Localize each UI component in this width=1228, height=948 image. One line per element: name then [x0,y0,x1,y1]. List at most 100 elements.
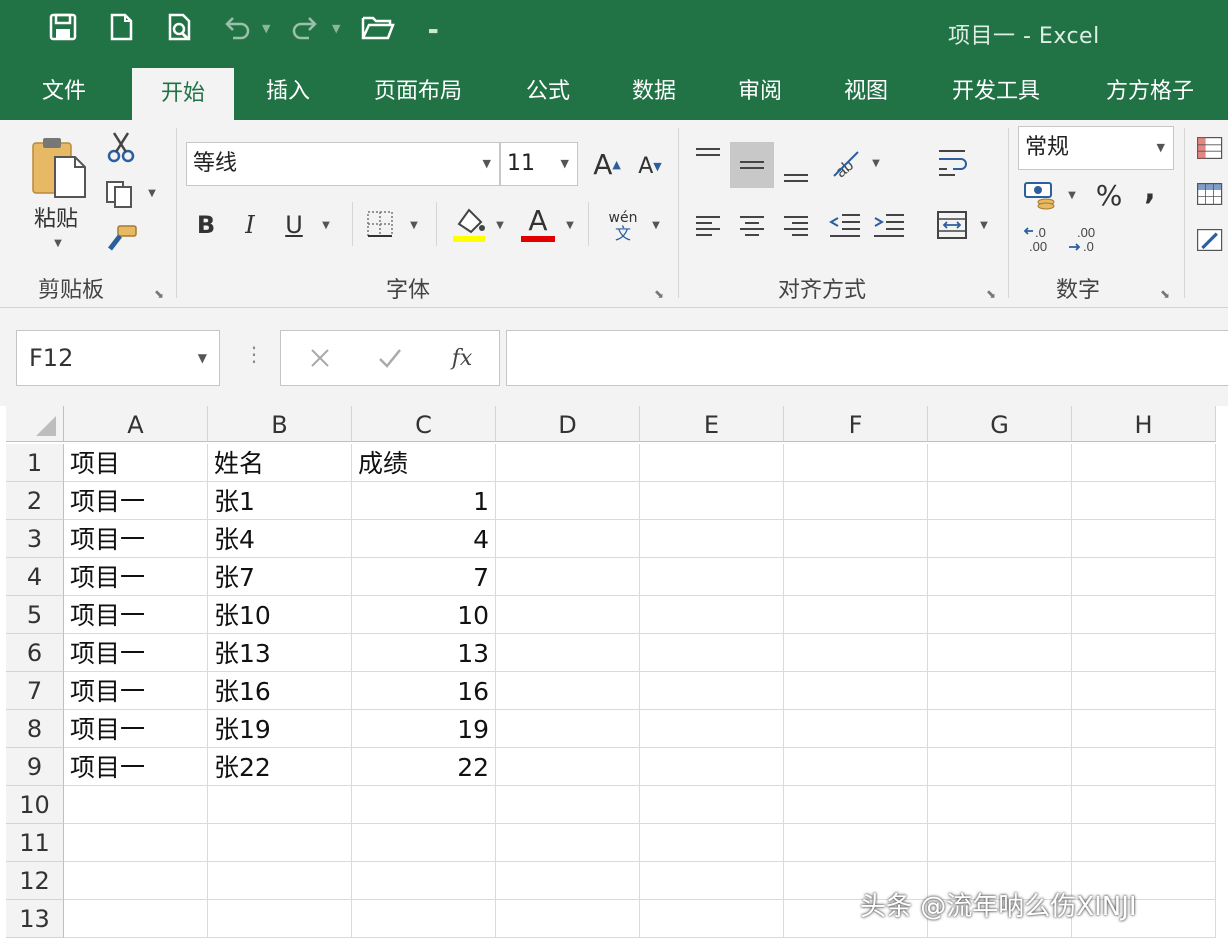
cell-h11[interactable] [1072,824,1216,862]
cell-h3[interactable] [1072,520,1216,558]
cell-b2[interactable]: 张1 [208,482,352,520]
cell-d1[interactable] [496,444,640,482]
row-header[interactable]: 7 [6,672,64,710]
cell-e13[interactable] [640,900,784,938]
cell-e10[interactable] [640,786,784,824]
accounting-dropdown-icon[interactable]: ▼ [1064,188,1080,202]
cell-f10[interactable] [784,786,928,824]
row-header[interactable]: 13 [6,900,64,938]
conditional-formatting-icon[interactable] [1196,130,1228,166]
cell-c11[interactable] [352,824,496,862]
cell-h4[interactable] [1072,558,1216,596]
cell-c12[interactable] [352,862,496,900]
cell-c4[interactable]: 7 [352,558,496,596]
column-header-a[interactable]: A [64,406,208,442]
cell-c9[interactable]: 22 [352,748,496,786]
align-middle-icon[interactable] [730,142,774,188]
cell-f3[interactable] [784,520,928,558]
column-header-b[interactable]: B [208,406,352,442]
row-header[interactable]: 8 [6,710,64,748]
merge-center-icon[interactable] [932,206,972,244]
cell-g3[interactable] [928,520,1072,558]
tab-insert[interactable]: 插入 [246,66,330,120]
cell-e3[interactable] [640,520,784,558]
cell-h10[interactable] [1072,786,1216,824]
cell-a7[interactable]: 项目一 [64,672,208,710]
cell-a10[interactable] [64,786,208,824]
align-left-icon[interactable] [690,208,726,242]
cell-d10[interactable] [496,786,640,824]
cell-a8[interactable]: 项目一 [64,710,208,748]
paste-button-label[interactable]: 粘贴 [22,202,90,232]
cell-g2[interactable] [928,482,1072,520]
comma-style-button[interactable]: , [1138,172,1162,207]
orientation-dropdown-icon[interactable]: ▼ [868,156,884,170]
cell-e12[interactable] [640,862,784,900]
cell-e11[interactable] [640,824,784,862]
cell-b12[interactable] [208,862,352,900]
increase-decimal-icon[interactable]: .0.00 [1022,222,1058,256]
cell-e2[interactable] [640,482,784,520]
column-header-e[interactable]: E [640,406,784,442]
cell-d7[interactable] [496,672,640,710]
cell-g10[interactable] [928,786,1072,824]
open-folder-icon[interactable] [358,10,398,44]
cell-d11[interactable] [496,824,640,862]
cell-c13[interactable] [352,900,496,938]
tab-review[interactable]: 审阅 [718,66,802,120]
font-color-icon[interactable]: A [518,204,558,244]
redo-dropdown-icon[interactable]: ▼ [332,22,340,35]
borders-icon[interactable] [364,208,396,240]
paste-dropdown-icon[interactable]: ▼ [48,236,68,250]
cancel-icon[interactable] [303,341,337,375]
customize-quick-access-icon[interactable]: ▬ [428,24,438,37]
row-header[interactable]: 5 [6,596,64,634]
tab-fangfang[interactable]: 方方格子 [1090,66,1210,120]
tab-home[interactable]: 开始 [132,68,234,120]
borders-dropdown-icon[interactable]: ▼ [406,218,422,232]
bold-button[interactable]: B [192,208,220,242]
orientation-icon[interactable]: ab [826,144,864,182]
font-color-dropdown-icon[interactable]: ▼ [562,218,578,232]
cell-h1[interactable] [1072,444,1216,482]
enter-icon[interactable] [373,341,407,375]
font-name-combo[interactable]: 等线 ▼ [186,142,500,186]
align-right-icon[interactable] [778,208,814,242]
cell-d12[interactable] [496,862,640,900]
cell-g9[interactable] [928,748,1072,786]
cell-h5[interactable] [1072,596,1216,634]
cell-b4[interactable]: 张7 [208,558,352,596]
format-as-table-icon[interactable] [1196,176,1228,212]
print-preview-icon[interactable] [162,10,196,44]
formula-bar-grip-icon[interactable]: ⋮ [244,344,264,364]
phonetic-guide-icon[interactable]: wén 文 [600,206,646,246]
row-header[interactable]: 11 [6,824,64,862]
select-all-button[interactable] [6,406,64,442]
cell-g7[interactable] [928,672,1072,710]
cell-a6[interactable]: 项目一 [64,634,208,672]
cell-h7[interactable] [1072,672,1216,710]
cell-b1[interactable]: 姓名 [208,444,352,482]
cell-a11[interactable] [64,824,208,862]
cell-a5[interactable]: 项目一 [64,596,208,634]
undo-icon[interactable] [220,10,254,44]
align-center-icon[interactable] [734,208,770,242]
save-icon[interactable] [46,10,80,44]
row-header[interactable]: 2 [6,482,64,520]
underline-button[interactable]: U [280,208,308,242]
decrease-indent-icon[interactable] [826,208,864,242]
cell-h2[interactable] [1072,482,1216,520]
cell-f7[interactable] [784,672,928,710]
cell-e7[interactable] [640,672,784,710]
copy-icon[interactable] [102,178,138,210]
column-header-d[interactable]: D [496,406,640,442]
cell-d9[interactable] [496,748,640,786]
cell-f6[interactable] [784,634,928,672]
cell-a9[interactable]: 项目一 [64,748,208,786]
percent-style-button[interactable]: % [1092,178,1126,212]
cell-e4[interactable] [640,558,784,596]
cell-c6[interactable]: 13 [352,634,496,672]
cell-b13[interactable] [208,900,352,938]
tab-developer[interactable]: 开发工具 [936,66,1056,120]
cell-e8[interactable] [640,710,784,748]
